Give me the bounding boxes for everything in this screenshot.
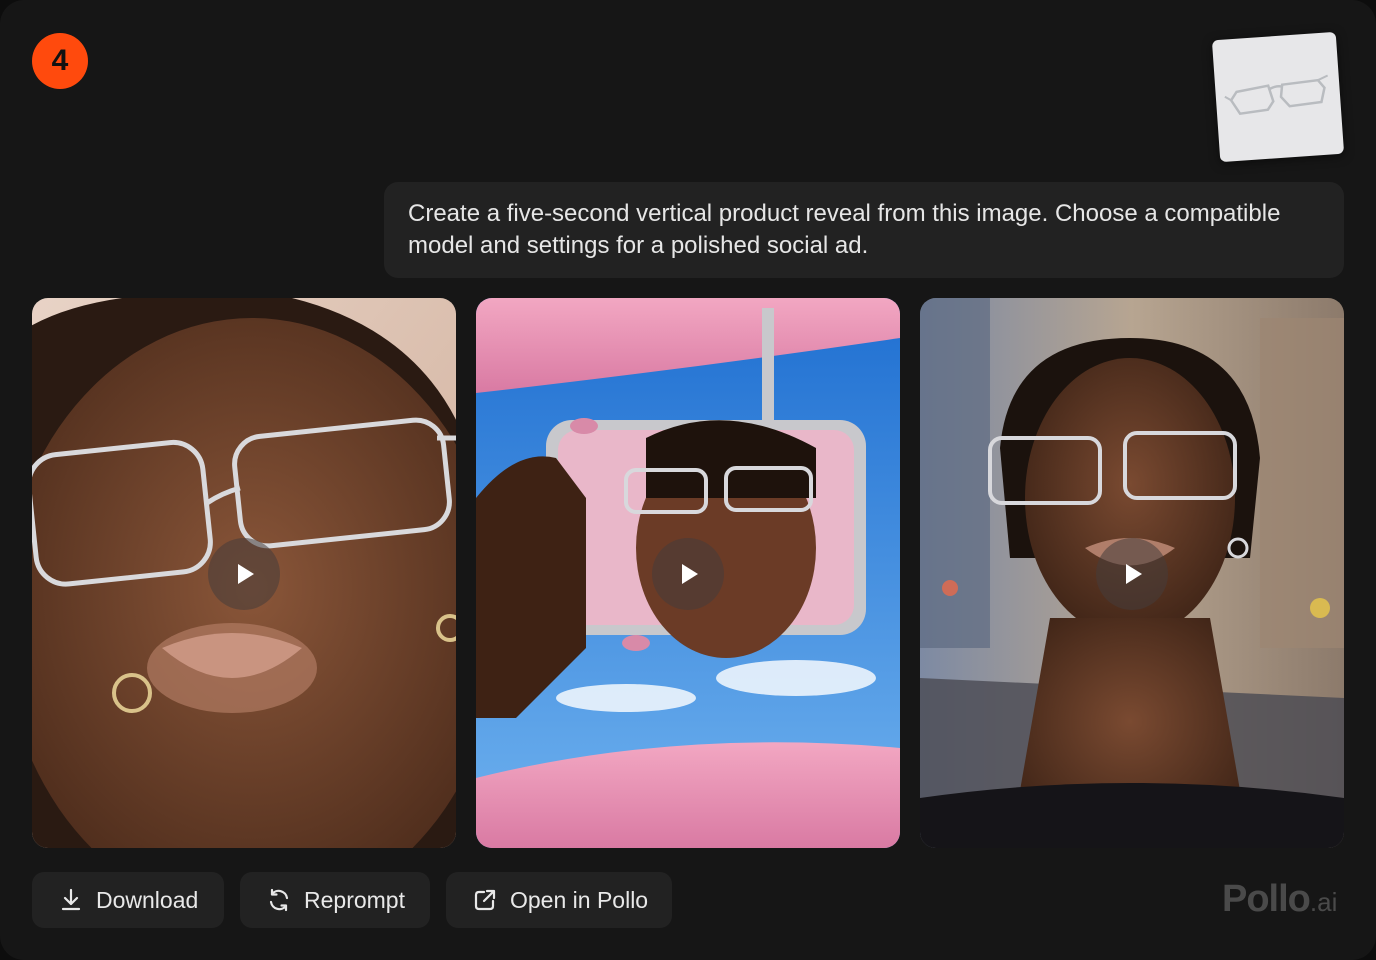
- prompt-message: Create a five-second vertical product re…: [384, 182, 1344, 278]
- play-button[interactable]: [1096, 538, 1168, 610]
- open-in-pollo-label: Open in Pollo: [510, 886, 649, 913]
- play-button[interactable]: [208, 538, 280, 610]
- eyeglasses-product-icon: [1224, 74, 1329, 116]
- open-in-pollo-button[interactable]: Open in Pollo: [446, 872, 672, 928]
- external-link-icon: [472, 887, 498, 913]
- download-button[interactable]: Download: [32, 872, 224, 928]
- reprompt-label: Reprompt: [304, 886, 405, 913]
- play-button[interactable]: [652, 538, 724, 610]
- play-icon: [238, 564, 254, 584]
- brand-name: Pollo: [1222, 878, 1311, 920]
- generation-card: 4 Create a five-second vertical product …: [0, 0, 1376, 960]
- download-icon: [58, 887, 84, 913]
- result-video-3[interactable]: [920, 298, 1344, 848]
- step-number-badge: 4: [32, 33, 88, 89]
- result-video-2[interactable]: [476, 298, 900, 848]
- play-icon: [1126, 564, 1142, 584]
- brand-logo: Pollo .ai: [1222, 878, 1337, 924]
- brand-suffix: .ai: [1309, 887, 1338, 917]
- refresh-icon: [266, 887, 292, 913]
- reprompt-button[interactable]: Reprompt: [240, 872, 430, 928]
- result-video-1[interactable]: [32, 298, 456, 848]
- results-grid: [32, 298, 1344, 848]
- reference-image-thumbnail[interactable]: [1211, 31, 1345, 163]
- play-icon: [682, 564, 698, 584]
- download-label: Download: [96, 886, 199, 913]
